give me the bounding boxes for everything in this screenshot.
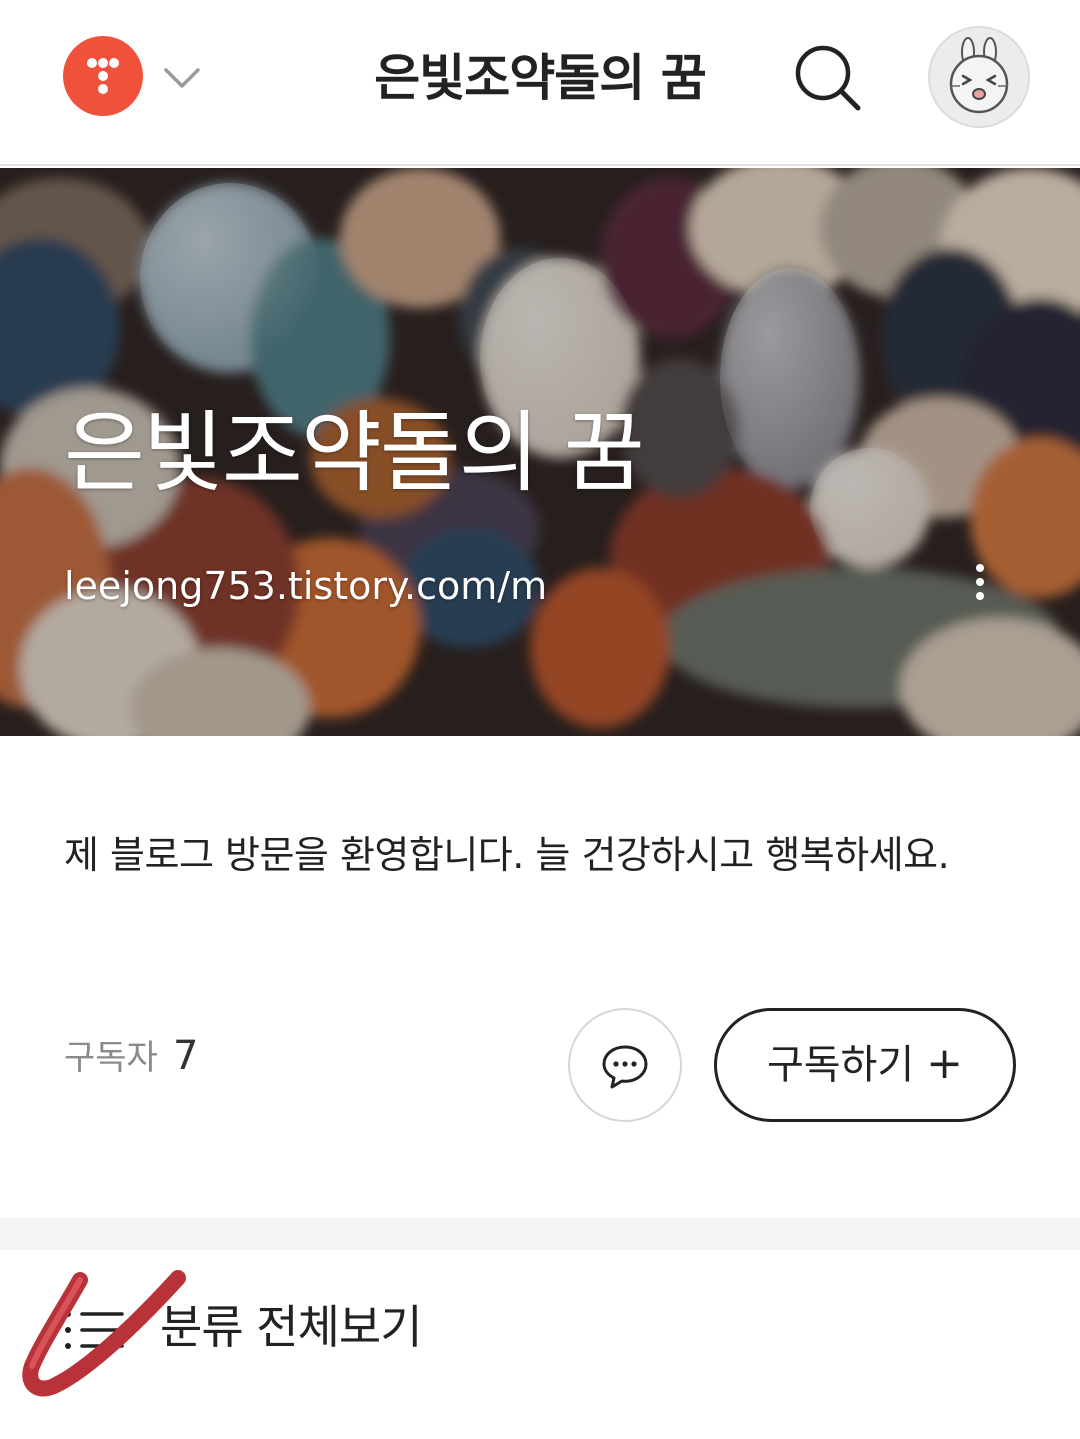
search-icon[interactable] xyxy=(790,40,866,116)
chevron-down-icon[interactable] xyxy=(160,58,204,98)
blog-url[interactable]: leejong753.tistory.com/m xyxy=(64,560,547,612)
section-divider xyxy=(0,1218,1080,1250)
category-all-label: 분류 전체보기 xyxy=(160,1300,423,1354)
plus-icon: + xyxy=(926,1038,964,1089)
blog-title: 은빛조약돌의 꿈 xyxy=(64,401,645,504)
tistory-logo-icon[interactable] xyxy=(63,36,143,116)
more-vertical-icon[interactable] xyxy=(960,558,1000,618)
rabbit-avatar-icon[interactable] xyxy=(928,26,1030,128)
subscriber-label: 구독자 xyxy=(64,1038,158,1078)
category-all-row[interactable]: 분류 전체보기 xyxy=(0,1250,1080,1439)
list-icon xyxy=(60,1300,130,1360)
subscriber-count: 7 xyxy=(172,1033,199,1079)
top-header: 은빛조약돌의 꿈 xyxy=(0,0,1080,166)
blog-cover-banner: 은빛조약돌의 꿈 leejong753.tistory.com/m xyxy=(0,168,1080,736)
subscribe-button[interactable]: 구독하기 + xyxy=(714,1008,1016,1122)
chat-bubble-icon xyxy=(602,1045,648,1089)
subscriber-stats: 구독자 7 xyxy=(64,1030,198,1082)
subscribe-label: 구독하기 xyxy=(766,1042,915,1088)
header-title[interactable]: 은빛조약돌의 꿈 xyxy=(300,38,780,118)
message-button[interactable] xyxy=(568,1008,682,1122)
blog-description: 제 블로그 방문을 환영합니다. 늘 건강하시고 행복하세요. xyxy=(64,833,950,877)
